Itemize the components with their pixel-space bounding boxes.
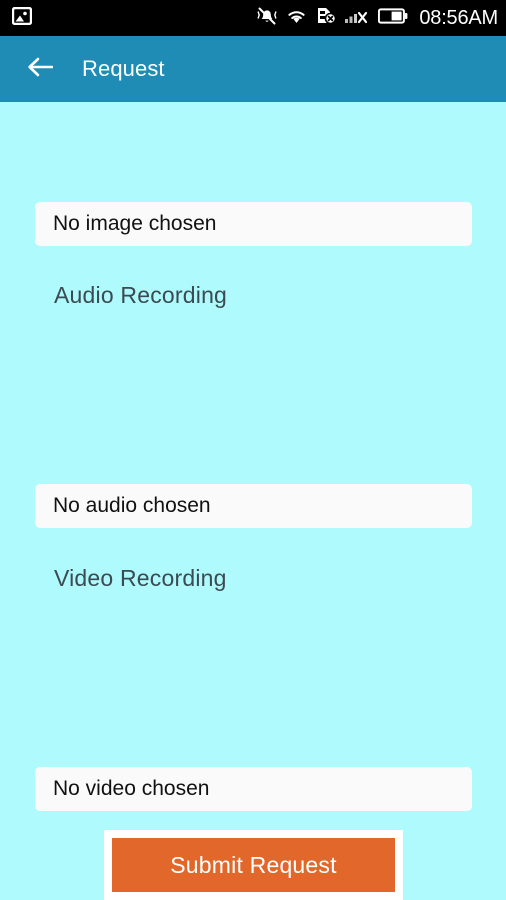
status-bar-notifications [11, 6, 33, 30]
signal-no-service-icon [345, 7, 369, 30]
video-chooser-value: No video chosen [53, 777, 210, 800]
status-bar-clock: 08:56AM [419, 7, 498, 29]
image-chooser-value: No image chosen [53, 212, 217, 235]
sim-card-missing-icon [316, 6, 337, 30]
status-bar: 08:56AM [0, 0, 506, 36]
status-bar-system-icons: 08:56AM [257, 6, 498, 31]
silent-vibrate-icon [257, 6, 277, 31]
phone-screen: 08:56AM Request No image chosen Audio Re… [0, 0, 506, 900]
video-chooser-field[interactable]: No video chosen [35, 767, 472, 811]
wifi-icon [286, 7, 307, 30]
audio-recording-label: Audio Recording [54, 282, 228, 308]
video-recording-label: Video Recording [54, 565, 227, 591]
submit-request-button[interactable]: Submit Request [112, 838, 395, 892]
audio-chooser-field[interactable]: No audio chosen [35, 484, 472, 528]
arrow-left-icon [27, 56, 54, 83]
app-bar: Request [0, 36, 506, 102]
image-chooser-field[interactable]: No image chosen [35, 202, 472, 246]
request-form: No image chosen Audio Recording No audio… [0, 102, 506, 900]
battery-icon [378, 7, 408, 29]
image-notification-icon [11, 6, 33, 30]
back-button[interactable] [26, 55, 54, 83]
page-title: Request [82, 56, 165, 81]
audio-chooser-value: No audio chosen [53, 494, 211, 517]
submit-button-container: Submit Request [104, 830, 403, 900]
